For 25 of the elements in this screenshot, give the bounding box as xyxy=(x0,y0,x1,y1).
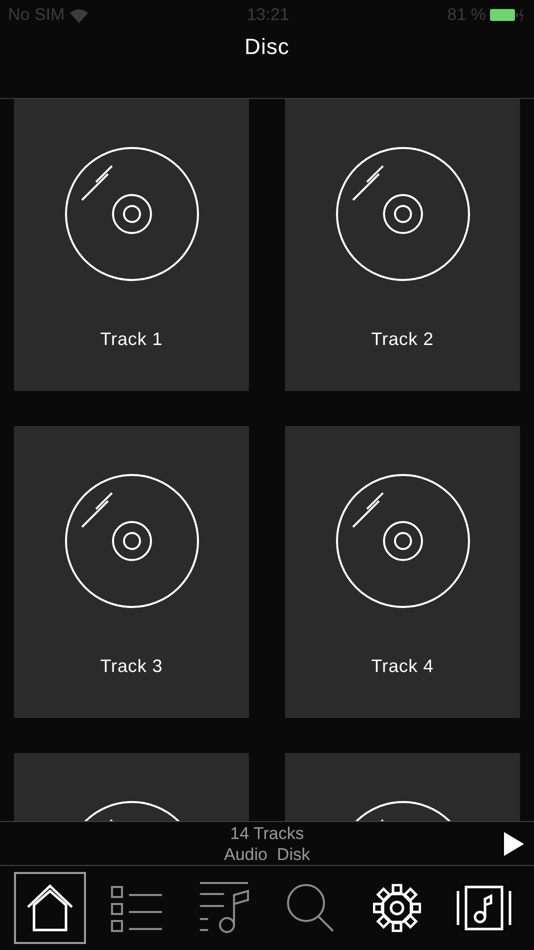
music-list-icon xyxy=(198,882,249,934)
track-card[interactable]: Track 1 xyxy=(14,99,249,391)
track-label: Track 1 xyxy=(100,328,163,351)
track-count: 14 Tracks xyxy=(230,822,304,844)
home-icon xyxy=(25,883,75,933)
home-tab[interactable] xyxy=(14,872,86,944)
list-icon xyxy=(110,884,163,932)
album-icon xyxy=(456,885,512,931)
disc-icon xyxy=(334,146,470,282)
track-label: Track 2 xyxy=(371,328,434,351)
track-label: Track 4 xyxy=(371,655,434,678)
screen-title: Disc xyxy=(244,33,290,61)
disc-icon xyxy=(334,473,470,609)
album-title: Audio Disk xyxy=(224,844,310,864)
battery-icon xyxy=(490,8,526,22)
search-icon xyxy=(285,883,336,933)
track-card[interactable]: Track 2 xyxy=(285,99,520,391)
disc-icon xyxy=(64,146,200,282)
settings-icon xyxy=(373,884,422,932)
disc-icon xyxy=(64,473,200,609)
track-label: Track 3 xyxy=(100,655,163,678)
wifi-icon xyxy=(68,8,89,22)
play-icon[interactable] xyxy=(504,832,524,856)
track-card[interactable]: Track 3 xyxy=(14,426,249,718)
track-card[interactable]: Track 4 xyxy=(285,426,520,718)
